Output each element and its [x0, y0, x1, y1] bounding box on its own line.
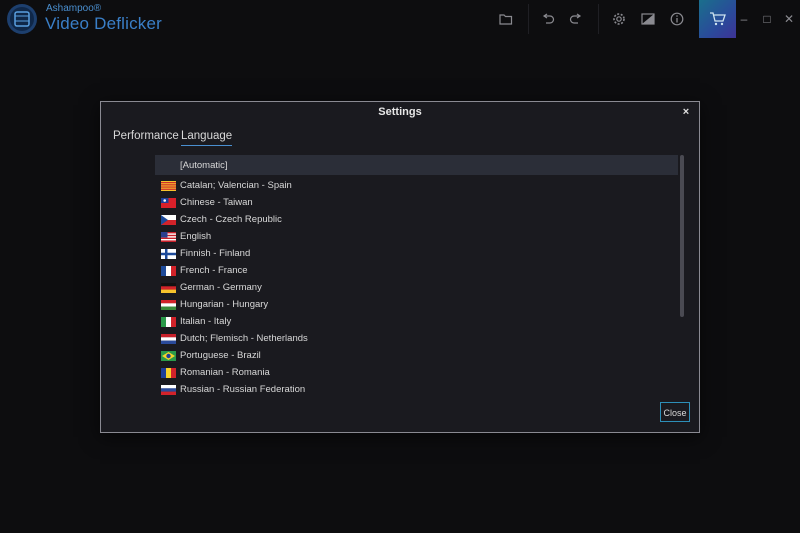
language-item-czech[interactable]: Czech - Czech Republic	[155, 211, 678, 228]
language-label: English	[180, 231, 212, 242]
cart-button[interactable]	[699, 0, 736, 38]
language-list: [Automatic] Catalan; Valencian - Spain C…	[155, 155, 678, 395]
language-list-scrollbar[interactable]	[680, 155, 684, 317]
info-icon[interactable]	[668, 10, 686, 28]
catalonia-flag-icon	[161, 180, 176, 191]
language-label: German - Germany	[180, 282, 262, 293]
gear-icon[interactable]	[610, 10, 628, 28]
taiwan-flag-icon	[161, 197, 176, 208]
finland-flag-icon	[161, 248, 176, 259]
language-item-dutch[interactable]: Dutch; Flemisch - Netherlands	[155, 330, 678, 347]
brand-company: Ashampoo®	[46, 3, 102, 14]
romania-flag-icon	[161, 367, 176, 378]
cart-icon	[709, 12, 726, 26]
language-label: Catalan; Valencian - Spain	[180, 180, 292, 191]
language-item-hungarian[interactable]: Hungarian - Hungary	[155, 296, 678, 313]
dialog-close-icon[interactable]: ×	[679, 105, 693, 119]
language-item-romanian[interactable]: Romanian - Romania	[155, 364, 678, 381]
app-title: Video Deflicker	[45, 14, 163, 33]
tab-performance[interactable]: Performance	[113, 130, 179, 145]
language-label: [Automatic]	[180, 159, 228, 171]
tab-language[interactable]: Language	[181, 130, 233, 146]
minimize-button[interactable]: –	[734, 9, 754, 29]
window-close-button[interactable]: ✕	[779, 9, 799, 29]
language-item-chinese-taiwan[interactable]: Chinese - Taiwan	[155, 194, 678, 211]
folder-icon[interactable]	[497, 10, 515, 28]
toolbar-divider	[528, 4, 529, 34]
netherlands-flag-icon	[161, 333, 176, 344]
language-item-catalan[interactable]: Catalan; Valencian - Spain	[155, 177, 678, 194]
language-label: Russian - Russian Federation	[180, 384, 306, 395]
language-label: French - France	[180, 265, 248, 276]
language-item-german[interactable]: German - Germany	[155, 279, 678, 296]
hungary-flag-icon	[161, 299, 176, 310]
usa-flag-icon	[161, 231, 176, 242]
brazil-flag-icon	[161, 350, 176, 361]
language-label: Dutch; Flemisch - Netherlands	[180, 333, 308, 344]
russia-flag-icon	[161, 384, 176, 395]
language-label: Romanian - Romania	[180, 367, 270, 378]
germany-flag-icon	[161, 282, 176, 293]
language-label: Portuguese - Brazil	[180, 350, 261, 361]
settings-dialog: Settings × Performance Language [Automat…	[100, 101, 700, 433]
language-item-english[interactable]: English	[155, 228, 678, 245]
redo-icon[interactable]	[567, 10, 585, 28]
title-bar: Ashampoo® Video Deflicker – □ ✕	[0, 0, 800, 38]
language-label: Finnish - Finland	[180, 248, 251, 259]
italy-flag-icon	[161, 316, 176, 327]
czech-flag-icon	[161, 214, 176, 225]
app-logo-icon	[7, 4, 37, 34]
language-item-automatic[interactable]: [Automatic]	[155, 155, 678, 175]
language-item-finnish[interactable]: Finnish - Finland	[155, 245, 678, 262]
language-label: Czech - Czech Republic	[180, 214, 282, 225]
language-item-italian[interactable]: Italian - Italy	[155, 313, 678, 330]
dialog-title: Settings	[378, 106, 422, 118]
language-item-french[interactable]: French - France	[155, 262, 678, 279]
language-label: Hungarian - Hungary	[180, 299, 269, 310]
image-icon[interactable]	[639, 10, 657, 28]
close-button[interactable]: Close	[660, 402, 690, 422]
toolbar-divider	[598, 4, 599, 34]
language-label: Italian - Italy	[180, 316, 232, 327]
language-item-russian[interactable]: Russian - Russian Federation	[155, 381, 678, 398]
language-item-portuguese[interactable]: Portuguese - Brazil	[155, 347, 678, 364]
maximize-button[interactable]: □	[757, 9, 777, 29]
undo-icon[interactable]	[539, 10, 557, 28]
france-flag-icon	[161, 265, 176, 276]
language-label: Chinese - Taiwan	[180, 197, 253, 208]
